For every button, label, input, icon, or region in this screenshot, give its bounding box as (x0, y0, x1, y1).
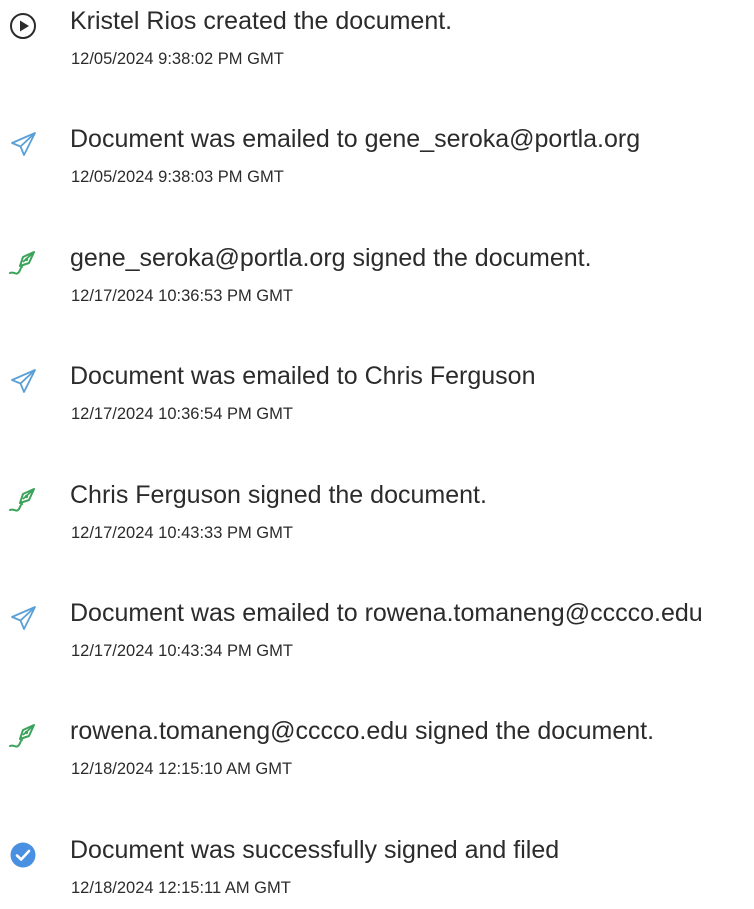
paper-plane-icon (8, 366, 38, 396)
event-document-emailed: Document was emailed to Chris Ferguson 1… (0, 355, 754, 435)
event-timestamp: 12/05/2024 9:38:02 PM GMT (71, 50, 284, 68)
event-document-completed: Document was successfully signed and fil… (0, 829, 754, 909)
pen-nib-icon (8, 248, 38, 278)
event-document-emailed: Document was emailed to gene_seroka@port… (0, 118, 754, 198)
event-text: Document was successfully signed and fil… (70, 836, 560, 864)
event-timestamp: 12/17/2024 10:36:53 PM GMT (71, 287, 293, 305)
event-document-created: Kristel Rios created the document. 12/05… (0, 0, 754, 80)
event-text: Document was emailed to Chris Ferguson (70, 362, 536, 390)
event-timestamp: 12/18/2024 12:15:11 AM GMT (71, 879, 291, 897)
event-text: Chris Ferguson signed the document. (70, 481, 487, 509)
paper-plane-icon (8, 129, 38, 159)
play-circle-icon (8, 11, 38, 41)
event-document-signed: Chris Ferguson signed the document. 12/1… (0, 474, 754, 554)
event-timestamp: 12/17/2024 10:36:54 PM GMT (71, 405, 293, 423)
pen-nib-icon (8, 721, 38, 751)
event-text: gene_seroka@portla.org signed the docume… (70, 244, 592, 272)
paper-plane-icon (8, 603, 38, 633)
event-text: Document was emailed to rowena.tomaneng@… (70, 599, 703, 627)
event-document-signed: gene_seroka@portla.org signed the docume… (0, 237, 754, 317)
event-text: Document was emailed to gene_seroka@port… (70, 125, 641, 153)
check-circle-icon (8, 840, 38, 870)
event-timestamp: 12/17/2024 10:43:33 PM GMT (71, 524, 293, 542)
event-timestamp: 12/05/2024 9:38:03 PM GMT (71, 168, 284, 186)
event-timestamp: 12/17/2024 10:43:34 PM GMT (71, 642, 293, 660)
audit-trail-timeline: Kristel Rios created the document. 12/05… (0, 0, 754, 897)
event-document-emailed: Document was emailed to rowena.tomaneng@… (0, 592, 754, 672)
event-document-signed: rowena.tomaneng@cccco.edu signed the doc… (0, 710, 754, 790)
event-text: Kristel Rios created the document. (70, 7, 453, 35)
pen-nib-icon (8, 485, 38, 515)
event-text: rowena.tomaneng@cccco.edu signed the doc… (70, 717, 655, 745)
event-timestamp: 12/18/2024 12:15:10 AM GMT (71, 760, 293, 778)
